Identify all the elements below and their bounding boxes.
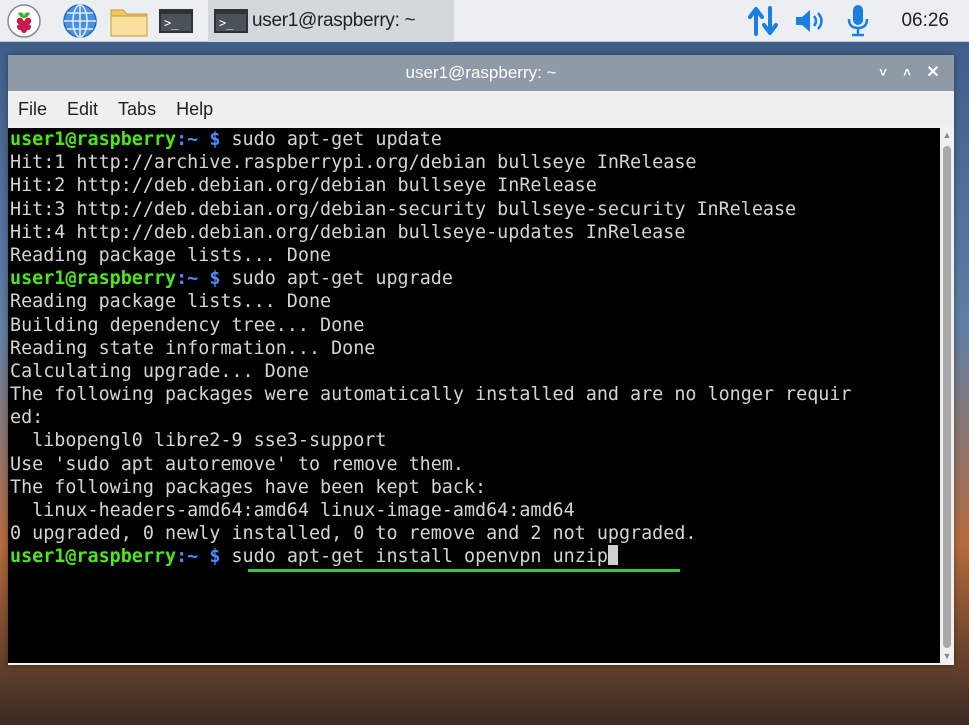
output-line: 0 upgraded, 0 newly installed, 0 to remo… xyxy=(10,522,940,545)
terminal-window: user1@raspberry: ~ ˅ ˄ ✕ File Edit Tabs … xyxy=(8,55,954,665)
output-line: The following packages were automaticall… xyxy=(10,383,940,406)
output-text: Hit:1 http://archive.raspberrypi.org/deb… xyxy=(10,152,697,174)
file-manager-launcher[interactable] xyxy=(106,3,152,39)
output-text: 0 upgraded, 0 newly installed, 0 to remo… xyxy=(10,523,697,545)
output-text: Reading package lists... Done xyxy=(10,244,332,266)
menu-bar: File Edit Tabs Help xyxy=(8,91,954,127)
output-text: The following packages were automaticall… xyxy=(10,384,852,406)
volume-tray-button[interactable] xyxy=(793,3,829,39)
output-line: Reading state information... Done xyxy=(10,337,940,360)
microphone-icon xyxy=(847,5,869,37)
window-title: user1@raspberry: ~ xyxy=(405,63,557,82)
network-arrows-icon xyxy=(748,6,778,36)
prompt-symbol: $ xyxy=(198,268,221,290)
output-text: Reading package lists... Done xyxy=(10,291,332,313)
output-line: libopengl0 libre2-9 sse3-support xyxy=(10,429,940,452)
terminal-text: user1@raspberry:~ $ sudo apt-get update H… xyxy=(8,128,940,569)
globe-icon xyxy=(63,4,97,38)
command-text: sudo apt-get upgrade xyxy=(220,268,453,290)
menu-edit[interactable]: Edit xyxy=(57,99,108,120)
terminal-icon: >_ xyxy=(159,9,193,33)
output-line: The following packages have been kept ba… xyxy=(10,476,940,499)
output-text: Hit:2 http://deb.debian.org/debian bulls… xyxy=(10,175,597,197)
output-text: Hit:3 http://deb.debian.org/debian-secur… xyxy=(10,198,797,220)
prompt-symbol: $ xyxy=(198,546,221,568)
terminal-icon: >_ xyxy=(214,9,248,33)
output-line: Use 'sudo apt autoremove' to remove them… xyxy=(10,453,940,476)
maximize-button[interactable]: ˄ xyxy=(896,55,918,91)
output-text: Building dependency tree... Done xyxy=(10,314,365,336)
prompt-path: :~ xyxy=(176,546,199,568)
close-button[interactable]: ✕ xyxy=(922,55,944,91)
command-text: sudo apt-get update xyxy=(220,129,442,150)
output-line: Reading package lists... Done xyxy=(10,244,940,267)
microphone-tray-button[interactable] xyxy=(843,3,873,39)
window-titlebar[interactable]: user1@raspberry: ~ ˅ ˄ ✕ xyxy=(8,55,954,91)
terminal-scrollbar[interactable]: ▲ ▼ xyxy=(940,128,954,663)
prompt-user-host: user1@raspberry xyxy=(10,546,177,568)
scrollbar-thumb[interactable] xyxy=(943,146,951,648)
output-text: The following packages have been kept ba… xyxy=(10,476,487,498)
output-line: Building dependency tree... Done xyxy=(10,314,940,337)
prompt-user-host: user1@raspberry xyxy=(10,129,177,150)
terminal-launcher[interactable]: >_ xyxy=(154,3,198,39)
output-text: Calculating upgrade... Done xyxy=(10,360,309,382)
output-line: Hit:3 http://deb.debian.org/debian-secur… xyxy=(10,198,940,221)
prompt-path: :~ xyxy=(176,268,199,290)
output-text: Use 'sudo apt autoremove' to remove them… xyxy=(10,453,464,475)
output-line: Hit:2 http://deb.debian.org/debian bulls… xyxy=(10,174,940,197)
network-tray-button[interactable] xyxy=(745,3,781,39)
volume-icon xyxy=(796,10,823,32)
output-line: Hit:1 http://archive.raspberrypi.org/deb… xyxy=(10,151,940,174)
clock[interactable]: 06:26 xyxy=(901,0,949,42)
terminal-output[interactable]: user1@raspberry:~ $ sudo apt-get update H… xyxy=(8,128,940,663)
scroll-down-arrow-icon[interactable]: ▼ xyxy=(940,651,954,661)
taskbar-task-terminal[interactable]: >_ user1@raspberry: ~ xyxy=(208,0,454,42)
output-text: Hit:4 http://deb.debian.org/debian bulls… xyxy=(10,221,686,243)
output-text: linux-headers-amd64:amd64 linux-image-am… xyxy=(10,500,575,521)
menu-help[interactable]: Help xyxy=(166,99,223,120)
scroll-up-arrow-icon[interactable]: ▲ xyxy=(940,130,954,140)
output-line: linux-headers-amd64:amd64 linux-image-am… xyxy=(10,499,940,522)
prompt-line: user1@raspberry:~ $ sudo apt-get update xyxy=(10,128,940,151)
prompt-symbol: $ xyxy=(198,129,221,150)
output-line: Reading package lists... Done xyxy=(10,290,940,313)
output-line: ed: xyxy=(10,406,940,429)
output-text: libopengl0 libre2-9 sse3-support xyxy=(10,430,387,452)
minimize-button[interactable]: ˅ xyxy=(872,55,894,91)
output-text: ed: xyxy=(10,407,44,429)
menu-tabs[interactable]: Tabs xyxy=(108,99,166,120)
prompt-path: :~ xyxy=(176,129,199,150)
taskbar-task-title: user1@raspberry: ~ xyxy=(252,10,416,31)
text-cursor xyxy=(607,545,618,566)
taskbar: >_ >_ user1@raspberry: ~ 06:26 xyxy=(0,0,969,42)
folder-icon xyxy=(110,9,148,37)
raspberry-pi-menu-icon xyxy=(7,4,41,38)
prompt-line: user1@raspberry:~ $ sudo apt-get upgrade xyxy=(10,267,940,290)
input-underline xyxy=(248,569,680,572)
web-browser-launcher[interactable] xyxy=(58,3,102,39)
output-line: Hit:4 http://deb.debian.org/debian bulls… xyxy=(10,221,940,244)
raspberry-pi-menu-button[interactable] xyxy=(4,3,44,39)
prompt-user-host: user1@raspberry xyxy=(10,268,177,290)
menu-file[interactable]: File xyxy=(8,99,57,120)
command-input[interactable]: sudo apt-get install openvpn unzip xyxy=(220,546,607,567)
output-line: Calculating upgrade... Done xyxy=(10,360,940,383)
prompt-line: user1@raspberry:~ $ sudo apt-get install… xyxy=(10,545,940,568)
output-text: Reading state information... Done xyxy=(10,337,376,359)
